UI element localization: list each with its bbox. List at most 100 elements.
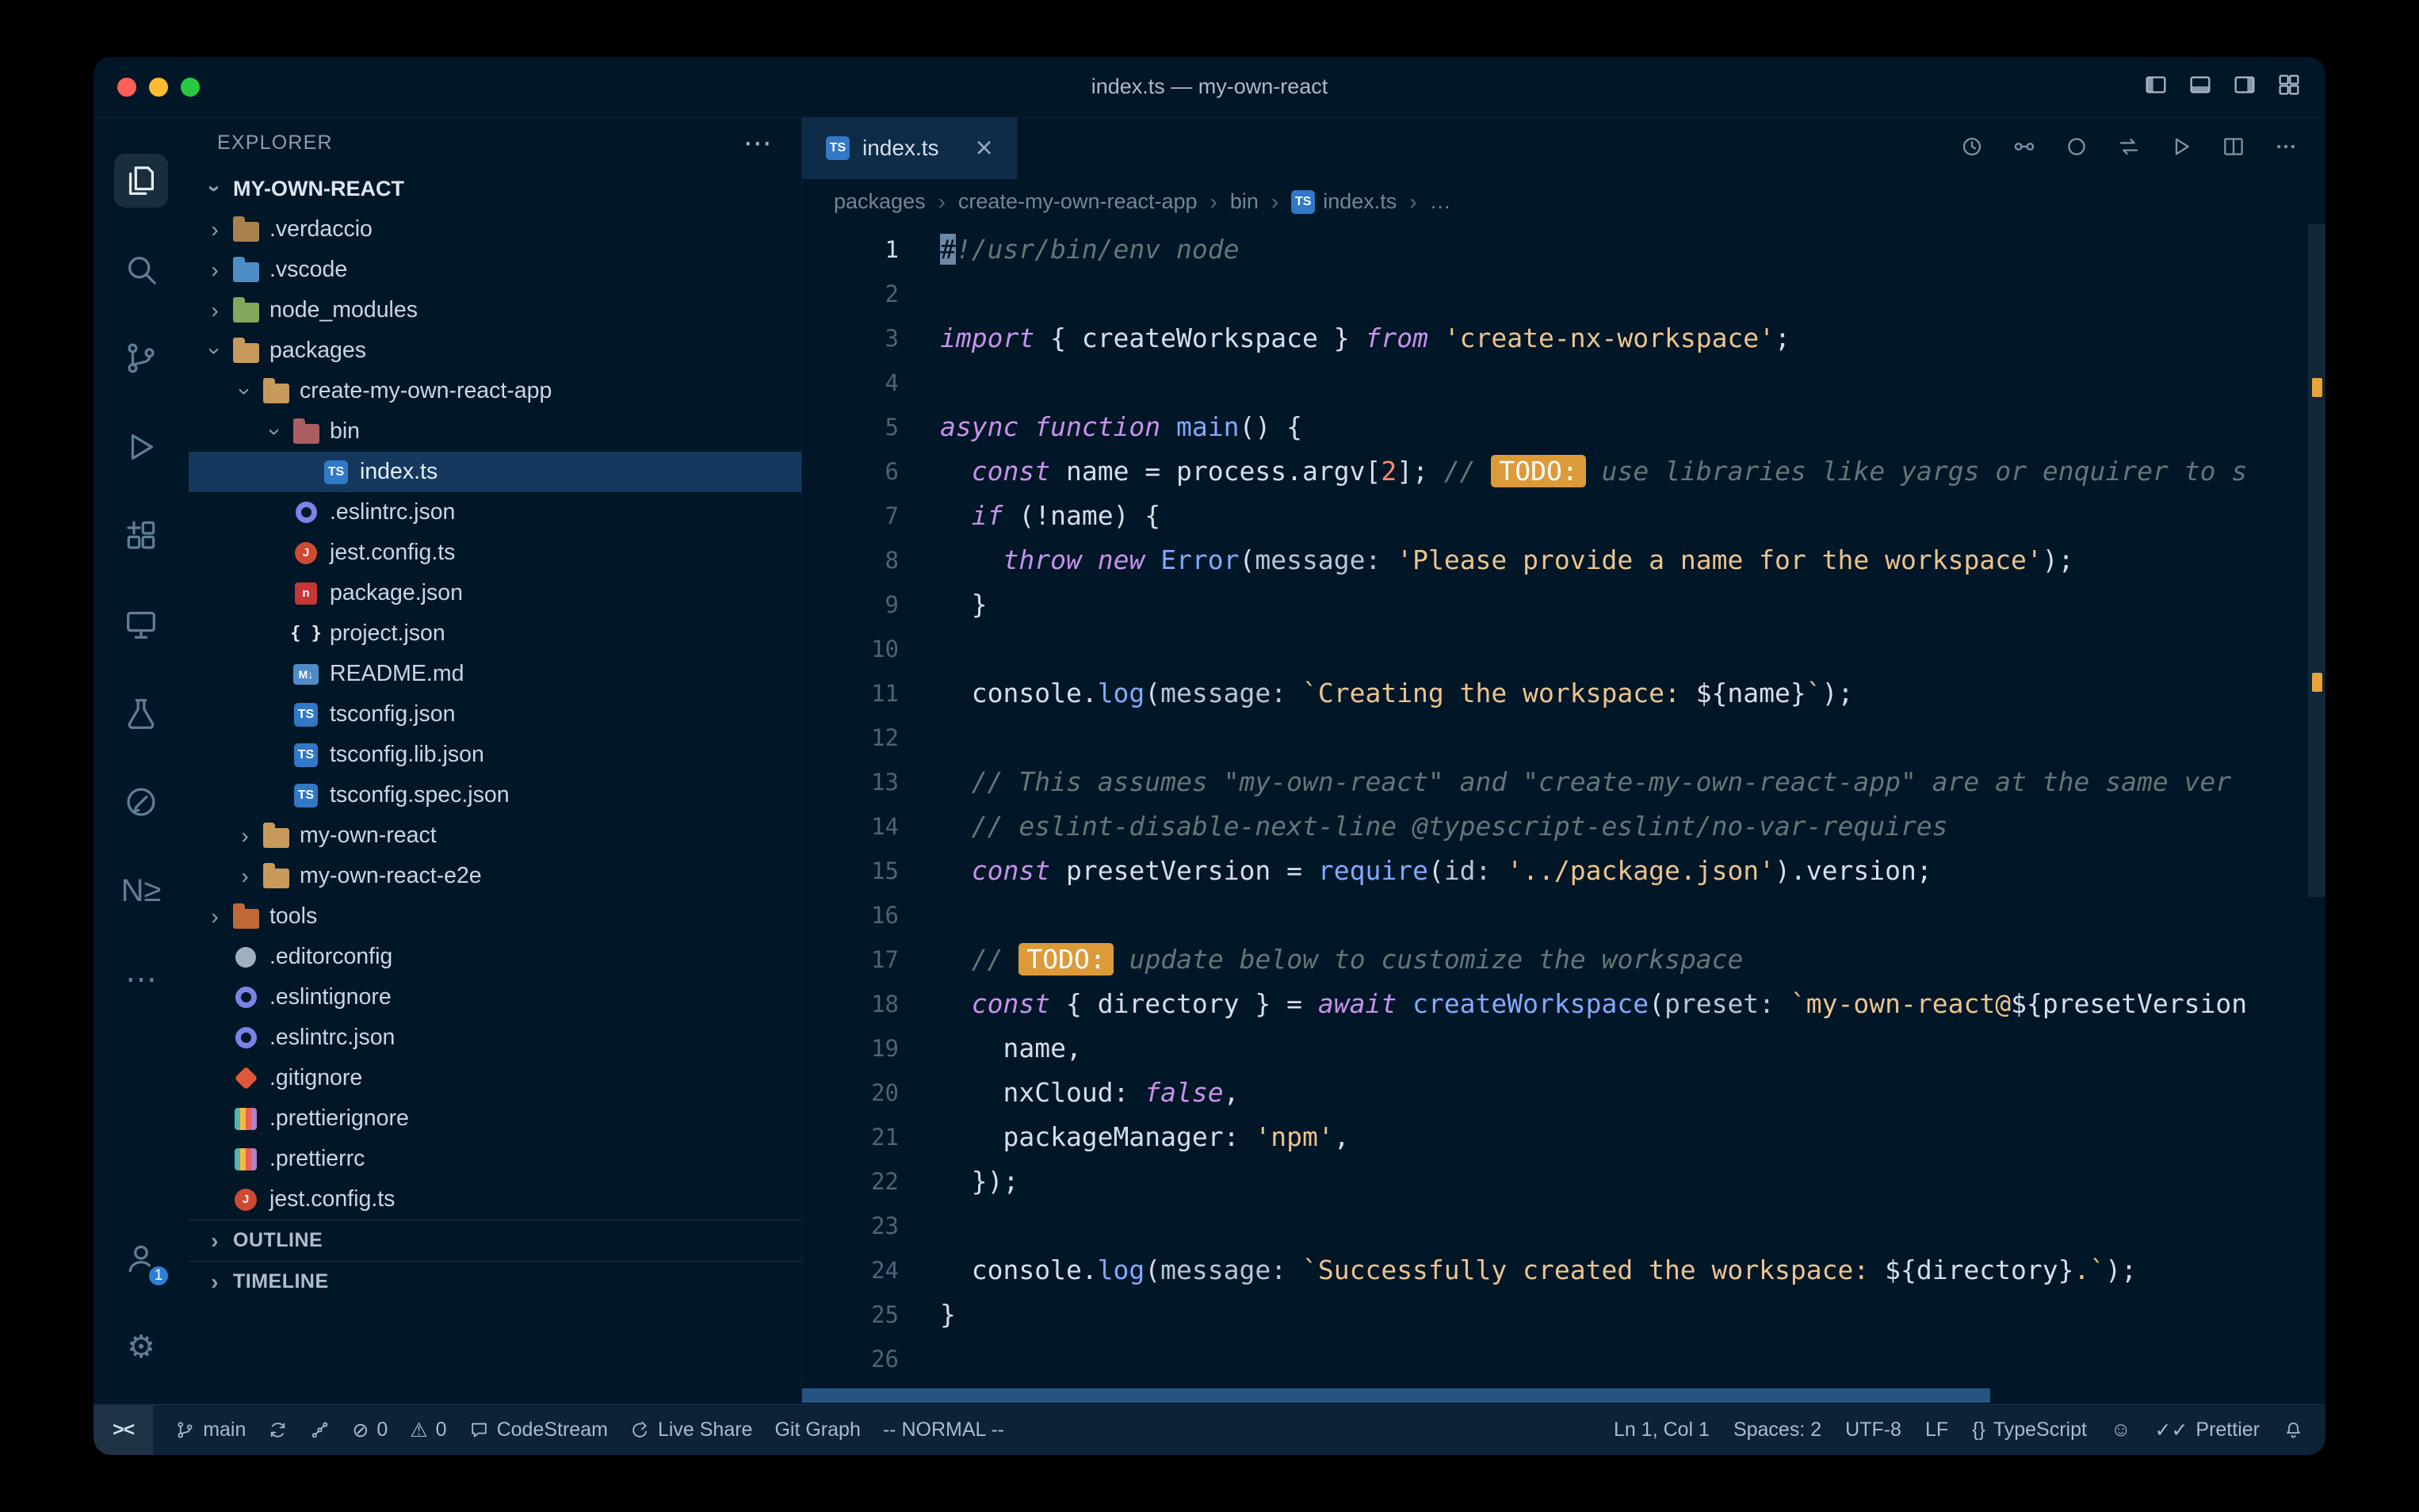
overview-ruler[interactable] <box>2308 224 2325 1404</box>
code-line-20[interactable]: 20 nxCloud: false, <box>802 1071 2325 1115</box>
codestream-button[interactable] <box>105 758 178 846</box>
tree-item-eslintrc-json[interactable]: .eslintrc.json <box>189 1018 801 1058</box>
minimize-window-button[interactable] <box>149 78 168 97</box>
breadcrumb-item-index-ts[interactable]: TSindex.ts <box>1291 189 1397 214</box>
code-line-17[interactable]: 17 // TODO: update below to customize th… <box>802 937 2325 982</box>
tab-index-ts[interactable]: TS index.ts × <box>802 117 1018 179</box>
more-views-button[interactable]: ⋯ <box>105 935 178 1024</box>
commit-graph[interactable] <box>310 1420 330 1440</box>
explorer-button[interactable] <box>105 136 178 225</box>
code-line-7[interactable]: 7 if (!name) { <box>802 494 2325 538</box>
split-editor-button[interactable] <box>2221 134 2246 163</box>
accounts-button[interactable]: 1 <box>105 1214 178 1303</box>
tree-item-eslintrc-json[interactable]: .eslintrc.json <box>189 492 801 533</box>
editor-pane[interactable]: 1#!/usr/bin/env node23import { createWor… <box>802 224 2325 1404</box>
language-mode[interactable]: {}TypeScript <box>1972 1418 2087 1441</box>
code-line-11[interactable]: 11 console.log(message: `Creating the wo… <box>802 671 2325 716</box>
tree-item-package-json[interactable]: npackage.json <box>189 573 801 613</box>
tree-item-tsconfig-spec-json[interactable]: TStsconfig.spec.json <box>189 775 801 815</box>
run-debug-button[interactable] <box>105 403 178 491</box>
breadcrumb-item-[interactable]: … <box>1430 189 1451 214</box>
zoom-window-button[interactable] <box>181 78 200 97</box>
cursor-position[interactable]: Ln 1, Col 1 <box>1614 1418 1710 1441</box>
tree-item-jest-config-ts[interactable]: Jjest.config.ts <box>189 533 801 573</box>
code-line-10[interactable]: 10 <box>802 627 2325 671</box>
open-changes-button[interactable] <box>2116 134 2142 163</box>
toggle-panel-button[interactable] <box>2188 72 2213 101</box>
code-line-4[interactable]: 4 <box>802 361 2325 405</box>
tree-item-tsconfig-json[interactable]: TStsconfig.json <box>189 694 801 735</box>
sync-changes[interactable] <box>268 1420 288 1440</box>
vertical-scrollbar-thumb[interactable] <box>2308 224 2325 897</box>
tree-item-node-modules[interactable]: ›node_modules <box>189 290 801 330</box>
settings-gear-button[interactable]: ⚙ <box>105 1303 178 1392</box>
code-line-9[interactable]: 9 } <box>802 582 2325 627</box>
notifications[interactable] <box>2283 1420 2303 1440</box>
customize-layout-button[interactable] <box>2276 72 2302 101</box>
prettier-status[interactable]: ✓✓Prettier <box>2155 1418 2260 1442</box>
tree-item-packages[interactable]: ›packages <box>189 330 801 371</box>
code-line-2[interactable]: 2 <box>802 272 2325 316</box>
section-outline[interactable]: ›OUTLINE <box>189 1220 801 1261</box>
close-tab-icon[interactable]: × <box>976 133 993 163</box>
code-line-15[interactable]: 15 const presetVersion = require(id: '..… <box>802 849 2325 893</box>
explorer-more-actions-icon[interactable]: ⋯ <box>743 126 773 159</box>
timeline-button[interactable] <box>1959 134 1985 163</box>
git-branch[interactable]: main <box>175 1418 246 1441</box>
tree-item-tsconfig-lib-json[interactable]: TStsconfig.lib.json <box>189 735 801 775</box>
sync-status-button[interactable] <box>2064 134 2089 163</box>
breadcrumb-item-create-my-own-react-app[interactable]: create-my-own-react-app <box>958 189 1198 214</box>
extensions-button[interactable] <box>105 491 178 580</box>
nx-console-button[interactable]: N≥ <box>105 846 178 935</box>
tree-item-eslintignore[interactable]: .eslintignore <box>189 977 801 1018</box>
tree-item-create-my-own-react-app[interactable]: ›create-my-own-react-app <box>189 371 801 411</box>
code-line-12[interactable]: 12 <box>802 716 2325 760</box>
testing-button[interactable] <box>105 669 178 758</box>
feedback[interactable]: ☺ <box>2111 1418 2131 1441</box>
source-control-button[interactable] <box>105 314 178 403</box>
code-line-5[interactable]: 5async function main() { <box>802 405 2325 449</box>
tree-item-bin[interactable]: ›bin <box>189 411 801 452</box>
remote-explorer-button[interactable] <box>105 580 178 669</box>
code-line-3[interactable]: 3import { createWorkspace } from 'create… <box>802 316 2325 361</box>
remote-indicator[interactable]: >< <box>94 1405 153 1455</box>
toggle-primary-sidebar-button[interactable] <box>2143 72 2169 101</box>
code-line-8[interactable]: 8 throw new Error(message: 'Please provi… <box>802 538 2325 582</box>
horizontal-scrollbar[interactable] <box>802 1388 1990 1403</box>
indentation[interactable]: Spaces: 2 <box>1733 1418 1821 1441</box>
tree-item-prettierignore[interactable]: .prettierignore <box>189 1098 801 1139</box>
tree-item-verdaccio[interactable]: ›.verdaccio <box>189 209 801 250</box>
tree-item-tools[interactable]: ›tools <box>189 896 801 937</box>
code-line-25[interactable]: 25} <box>802 1292 2325 1337</box>
compare-changes-button[interactable] <box>2012 134 2037 163</box>
close-window-button[interactable] <box>117 78 136 97</box>
code-line-21[interactable]: 21 packageManager: 'npm', <box>802 1115 2325 1159</box>
code-line-13[interactable]: 13 // This assumes "my-own-react" and "c… <box>802 760 2325 804</box>
tree-item-vscode[interactable]: ›.vscode <box>189 250 801 290</box>
live-share[interactable]: Live Share <box>630 1418 753 1441</box>
code-line-6[interactable]: 6 const name = process.argv[2]; // TODO:… <box>802 449 2325 494</box>
tree-item-readme-md[interactable]: M↓README.md <box>189 654 801 694</box>
code-line-18[interactable]: 18 const { directory } = await createWor… <box>802 982 2325 1026</box>
toggle-secondary-sidebar-button[interactable] <box>2232 72 2257 101</box>
code-line-1[interactable]: 1#!/usr/bin/env node <box>802 227 2325 272</box>
code-line-14[interactable]: 14 // eslint-disable-next-line @typescri… <box>802 804 2325 849</box>
section-timeline[interactable]: ›TIMELINE <box>189 1261 801 1302</box>
breadcrumb-item-packages[interactable]: packages <box>834 189 926 214</box>
tree-item-my-own-react-e2e[interactable]: ›my-own-react-e2e <box>189 856 801 896</box>
vim-mode-indicator[interactable]: -- NORMAL -- <box>883 1418 1004 1441</box>
code-line-22[interactable]: 22 }); <box>802 1159 2325 1204</box>
code-line-23[interactable]: 23 <box>802 1204 2325 1248</box>
code-line-19[interactable]: 19 name, <box>802 1026 2325 1071</box>
tree-item-my-own-react[interactable]: ›my-own-react <box>189 815 801 856</box>
errors[interactable]: ⊘0 <box>352 1418 388 1442</box>
code-line-26[interactable]: 26 <box>802 1337 2325 1381</box>
tree-item-gitignore[interactable]: .gitignore <box>189 1058 801 1098</box>
tree-item-index-ts[interactable]: TSindex.ts <box>189 452 801 492</box>
tree-item-project-json[interactable]: { }project.json <box>189 613 801 654</box>
tree-item-jest-config-ts[interactable]: Jjest.config.ts <box>189 1179 801 1220</box>
eol[interactable]: LF <box>1925 1418 1948 1441</box>
search-button[interactable] <box>105 225 178 314</box>
git-graph[interactable]: Git Graph <box>774 1418 860 1441</box>
tree-item-editorconfig[interactable]: .editorconfig <box>189 937 801 977</box>
